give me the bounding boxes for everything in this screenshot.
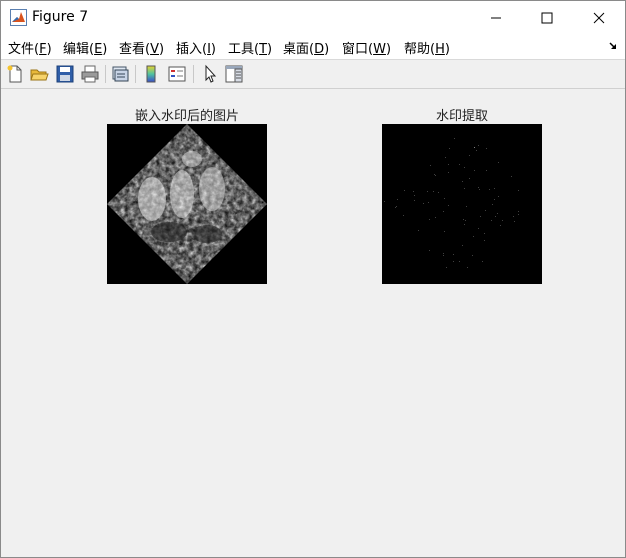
menu-window-label: 窗口( (342, 42, 374, 57)
menu-view-suffix: ) (158, 42, 165, 57)
colorbar-icon[interactable] (141, 64, 161, 84)
menu-desktop[interactable]: 桌面(D) (283, 38, 329, 57)
title-bar[interactable]: Figure 7 (1, 1, 625, 34)
toolbar-separator (135, 65, 136, 83)
close-button[interactable] (576, 1, 622, 34)
menu-insert-label: 插入( (176, 42, 208, 57)
extracted-watermark-image (382, 124, 542, 284)
toolbar-separator (193, 65, 194, 83)
matlab-logo-icon (10, 9, 27, 26)
menu-bar: 文件(F) 编辑(E) 查看(V) 插入(I) 工具(T) 桌面(D) 窗口(W… (1, 34, 625, 59)
menu-window-key: W (373, 42, 386, 57)
menu-help-label: 帮助( (404, 42, 436, 57)
watermarked-image-axes (107, 124, 267, 284)
link-figure-icon[interactable] (110, 64, 130, 84)
pointer-icon[interactable] (200, 64, 220, 84)
toolbar-separator (105, 65, 106, 83)
print-icon[interactable] (80, 64, 100, 84)
maximize-button[interactable] (524, 1, 570, 34)
open-folder-icon[interactable] (29, 64, 49, 84)
menu-help-key: H (435, 42, 445, 57)
menu-view-label: 查看( (119, 42, 151, 57)
menu-help-suffix: ) (444, 42, 450, 57)
menu-tools-suffix: ) (267, 42, 273, 57)
watermarked-image (107, 124, 267, 284)
menu-desktop-label: 桌面( (283, 42, 315, 57)
menu-file-suffix: ) (46, 42, 52, 57)
legend-icon[interactable] (167, 64, 187, 84)
menu-view[interactable]: 查看(V) (119, 38, 164, 57)
menu-edit-label: 编辑( (63, 42, 95, 57)
figure-window: Figure 7 文件(F) 编辑(E) 查看(V) 插入(I) 工具(T) 桌… (0, 0, 626, 558)
menu-tools-key: T (259, 42, 268, 57)
new-file-icon[interactable] (5, 64, 25, 84)
menu-edit-suffix: ) (102, 42, 108, 57)
extracted-watermark-title: 水印提取 (435, 109, 488, 124)
minimize-icon (491, 17, 501, 18)
menu-desktop-key: D (314, 42, 325, 57)
save-icon[interactable] (55, 64, 75, 84)
menu-insert-suffix: ) (210, 42, 216, 57)
menu-file-label: 文件( (8, 42, 40, 57)
menu-file[interactable]: 文件(F) (8, 38, 52, 57)
menu-edit[interactable]: 编辑(E) (63, 38, 107, 57)
extracted-watermark-axes (382, 124, 542, 284)
menu-insert[interactable]: 插入(I) (176, 38, 216, 57)
dock-arrow-icon[interactable] (609, 41, 619, 51)
property-editor-icon[interactable] (224, 64, 244, 84)
maximize-icon (541, 12, 553, 23)
window-title: Figure 7 (32, 9, 89, 25)
menu-tools[interactable]: 工具(T) (228, 38, 272, 57)
menu-help[interactable]: 帮助(H) (404, 38, 450, 57)
menu-file-key: F (39, 42, 47, 57)
close-icon (593, 12, 605, 23)
menu-tools-label: 工具( (228, 42, 260, 57)
menu-window[interactable]: 窗口(W) (342, 38, 391, 57)
menu-desktop-suffix: ) (324, 42, 330, 57)
watermarked-image-title: 嵌入水印后的图片 (134, 109, 239, 124)
menu-window-suffix: ) (385, 42, 392, 57)
minimize-button[interactable] (473, 1, 519, 34)
menu-view-key: V (150, 42, 159, 57)
toolbar (1, 59, 625, 89)
